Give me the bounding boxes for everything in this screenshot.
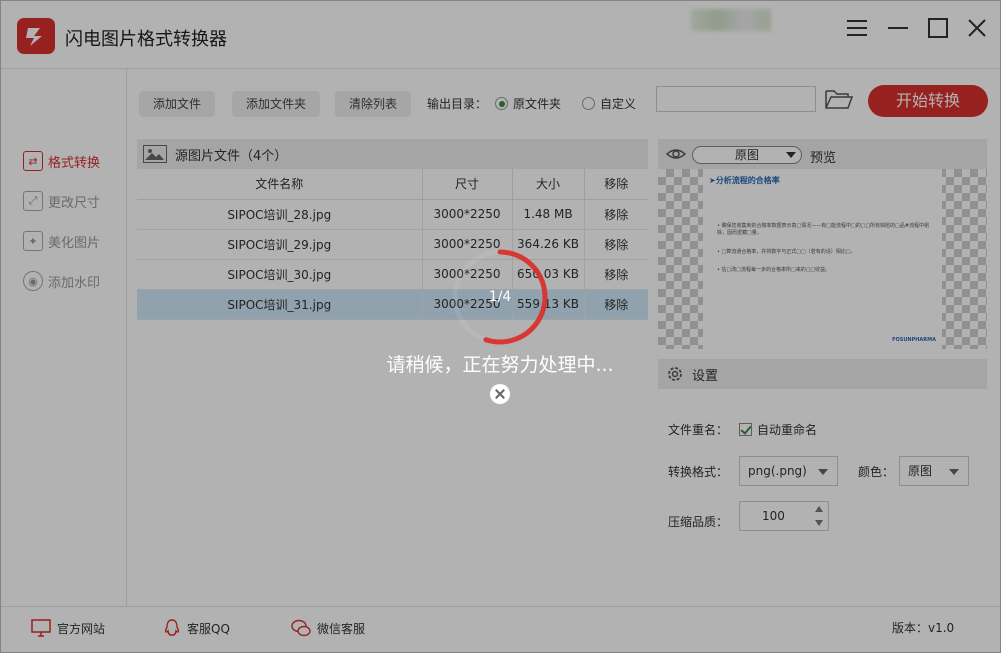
processing-message: 请稍候，正在努力处理中...: [386, 354, 614, 376]
cancel-icon[interactable]: [490, 384, 510, 404]
loading-overlay: 1/4 请稍候，正在努力处理中...: [0, 0, 1001, 653]
progress-count: 1/4: [488, 289, 512, 305]
